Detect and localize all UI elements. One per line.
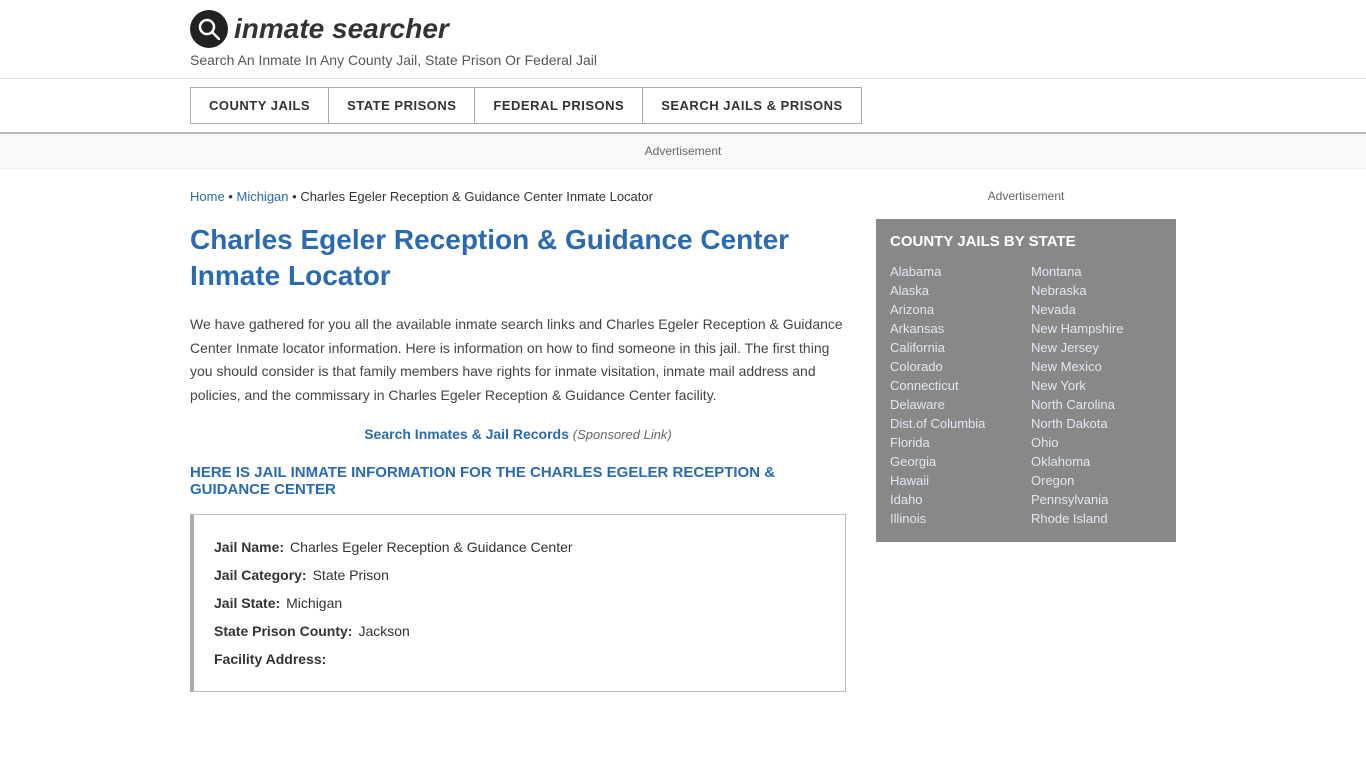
state-link[interactable]: Nevada [1031,300,1162,319]
jail-state-value: Michigan [286,589,342,617]
breadcrumb-home[interactable]: Home [190,189,225,204]
state-link[interactable]: Nebraska [1031,281,1162,300]
nav: COUNTY JAILS STATE PRISONS FEDERAL PRISO… [0,79,1366,134]
state-link[interactable]: New Hampshire [1031,319,1162,338]
state-link[interactable]: North Dakota [1031,414,1162,433]
states-right-column: MontanaNebraskaNevadaNew HampshireNew Je… [1031,262,1162,528]
state-prison-county-label: State Prison County: [214,617,352,645]
state-link[interactable]: Hawaii [890,471,1021,490]
state-link[interactable]: Arkansas [890,319,1021,338]
info-row-jail-state: Jail State: Michigan [214,589,825,617]
sidebar-ad-label: Advertisement [876,189,1176,203]
jail-category-label: Jail Category: [214,561,307,589]
logo-area: inmate searcher [190,10,1176,48]
county-jails-box: COUNTY JAILS BY STATE AlabamaAlaskaArizo… [876,219,1176,542]
state-link[interactable]: New Mexico [1031,357,1162,376]
state-link[interactable]: Arizona [890,300,1021,319]
breadcrumb-michigan[interactable]: Michigan [236,189,288,204]
state-prison-county-value: Jackson [358,617,409,645]
county-jails-title: COUNTY JAILS BY STATE [890,233,1162,250]
info-box: Jail Name: Charles Egeler Reception & Gu… [190,514,846,692]
logo-icon [190,10,228,48]
state-link[interactable]: Dist.of Columbia [890,414,1021,433]
info-row-facility-address: Facility Address: [214,645,825,673]
state-link[interactable]: New Jersey [1031,338,1162,357]
tagline: Search An Inmate In Any County Jail, Sta… [190,52,1176,68]
state-link[interactable]: California [890,338,1021,357]
nav-county-jails[interactable]: COUNTY JAILS [190,87,328,124]
section-heading: HERE IS JAIL INMATE INFORMATION FOR THE … [190,464,846,498]
state-link[interactable]: Pennsylvania [1031,490,1162,509]
state-link[interactable]: North Carolina [1031,395,1162,414]
state-link[interactable]: Illinois [890,509,1021,528]
state-link[interactable]: Oklahoma [1031,452,1162,471]
jail-category-value: State Prison [313,561,389,589]
ad-bar: Advertisement [0,134,1366,169]
info-row-jail-category: Jail Category: State Prison [214,561,825,589]
state-link[interactable]: Montana [1031,262,1162,281]
header: inmate searcher Search An Inmate In Any … [0,0,1366,79]
state-link[interactable]: Idaho [890,490,1021,509]
states-grid: AlabamaAlaskaArizonaArkansasCaliforniaCo… [890,262,1162,528]
sponsored-link[interactable]: Search Inmates & Jail Records [364,426,569,442]
state-link[interactable]: Oregon [1031,471,1162,490]
jail-name-label: Jail Name: [214,533,284,561]
state-link[interactable]: Rhode Island [1031,509,1162,528]
nav-federal-prisons[interactable]: FEDERAL PRISONS [474,87,642,124]
sponsored-link-area: Search Inmates & Jail Records (Sponsored… [190,426,846,442]
state-link[interactable]: Alaska [890,281,1021,300]
breadcrumb: Home • Michigan • Charles Egeler Recepti… [190,189,846,204]
sponsored-label: (Sponsored Link) [573,427,672,442]
facility-address-label: Facility Address: [214,645,326,673]
description: We have gathered for you all the availab… [190,313,846,408]
state-link[interactable]: Alabama [890,262,1021,281]
sidebar: Advertisement COUNTY JAILS BY STATE Alab… [876,179,1176,692]
nav-search-jails[interactable]: SEARCH JAILS & PRISONS [642,87,861,124]
logo-text: inmate searcher [234,13,449,45]
state-link[interactable]: Georgia [890,452,1021,471]
state-link[interactable]: Connecticut [890,376,1021,395]
states-left-column: AlabamaAlaskaArizonaArkansasCaliforniaCo… [890,262,1021,528]
breadcrumb-current: Charles Egeler Reception & Guidance Cent… [300,189,653,204]
state-link[interactable]: Florida [890,433,1021,452]
content: Home • Michigan • Charles Egeler Recepti… [190,179,846,692]
info-row-jail-name: Jail Name: Charles Egeler Reception & Gu… [214,533,825,561]
jail-name-value: Charles Egeler Reception & Guidance Cent… [290,533,573,561]
nav-state-prisons[interactable]: STATE PRISONS [328,87,474,124]
state-link[interactable]: New York [1031,376,1162,395]
state-link[interactable]: Delaware [890,395,1021,414]
info-row-state-prison-county: State Prison County: Jackson [214,617,825,645]
jail-state-label: Jail State: [214,589,280,617]
main-layout: Home • Michigan • Charles Egeler Recepti… [0,179,1366,692]
state-link[interactable]: Ohio [1031,433,1162,452]
page-title: Charles Egeler Reception & Guidance Cent… [190,222,846,295]
state-link[interactable]: Colorado [890,357,1021,376]
